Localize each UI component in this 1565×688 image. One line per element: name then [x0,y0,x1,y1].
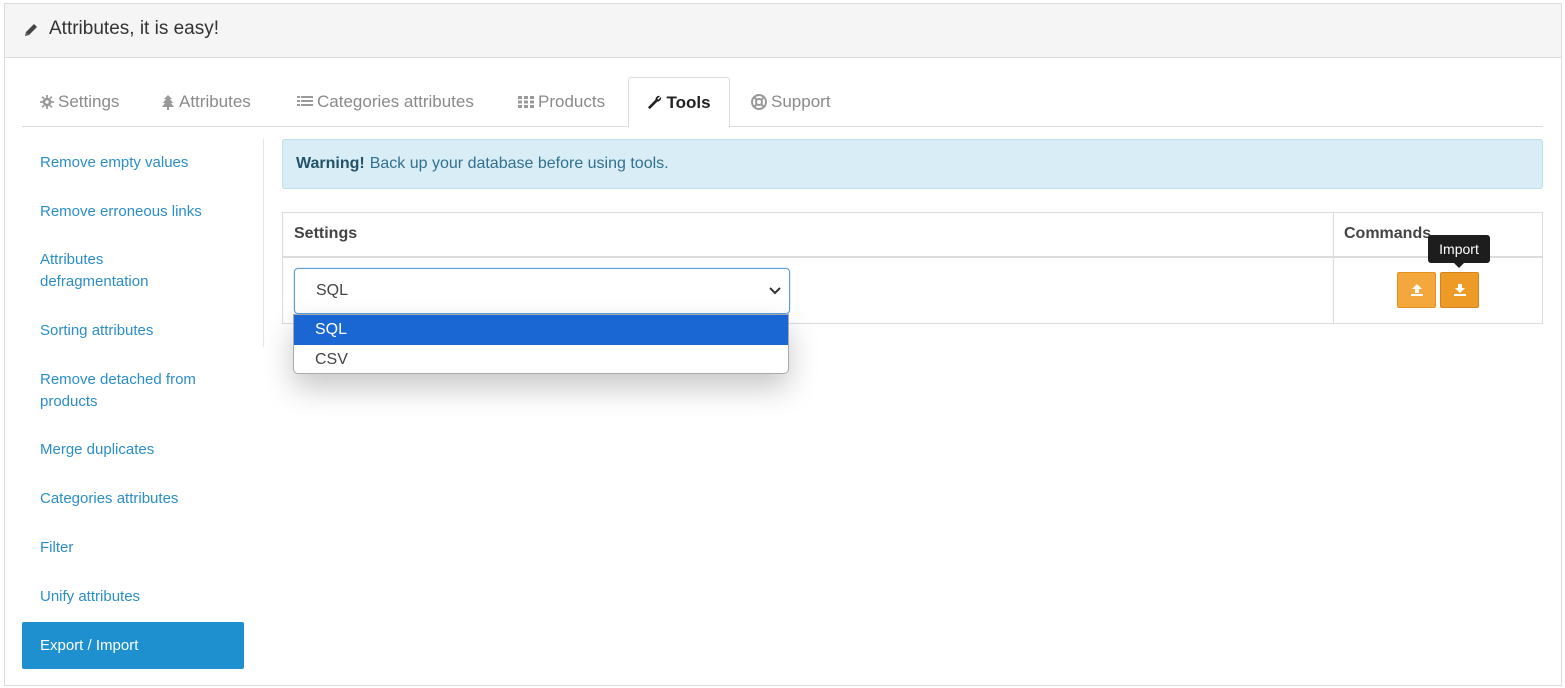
format-select-value: SQL [316,282,349,299]
tab-settings[interactable]: Settings [40,77,119,127]
alert-text: Back up your database before using tools… [369,155,669,172]
tab-label: Attributes [179,92,251,111]
sidebar-item-export-import[interactable]: Export / Import [22,622,244,669]
sidebar-item-attributes-defragmentation[interactable]: Attributes defragmentation [22,249,182,292]
export-button[interactable] [1397,272,1436,308]
panel-heading: Attributes, it is easy! [5,4,1561,58]
page-title: Attributes, it is easy! [49,18,220,39]
format-select[interactable]: SQL [294,268,790,314]
tab-attributes[interactable]: Attributes [161,77,251,127]
lifebuoy-icon [751,94,767,110]
sidebar-item-filter[interactable]: Filter [22,537,244,559]
format-option-csv[interactable]: CSV [294,345,788,373]
grid-icon [518,96,534,108]
upload-icon [1410,284,1423,296]
format-dropdown-list: SQL CSV [293,314,789,374]
tab-label: Tools [666,92,711,112]
sidebar-divider [263,139,264,347]
list-icon [297,96,313,106]
column-divider [1333,213,1334,323]
sidebar-item-remove-empty-values[interactable]: Remove empty values [22,152,244,174]
tab-label: Categories attributes [317,92,474,111]
tab-tools[interactable]: Tools [628,77,730,128]
tooltip-arrow [1454,263,1464,268]
tree-icon [162,94,174,110]
gear-icon [40,95,54,109]
tab-label: Settings [58,92,120,111]
sidebar-item-remove-erroneous-links[interactable]: Remove erroneous links [22,201,244,223]
settings-column-header: Settings [294,225,358,242]
alert-strong: Warning! [296,155,365,172]
tab-bar: Settings Attributes Categories attribute… [22,77,1543,128]
chevron-down-icon [769,287,781,295]
tools-table: Settings Commands SQL [282,212,1543,324]
download-icon [1453,284,1466,296]
tab-label: Support [771,92,831,111]
import-tooltip: Import [1428,235,1490,268]
tab-categories-attributes[interactable]: Categories attributes [297,77,474,127]
tab-products[interactable]: Products [518,77,605,127]
sidebar-item-sorting-attributes[interactable]: Sorting attributes [22,320,244,342]
tooltip-text: Import [1439,241,1479,257]
wrench-icon [648,95,662,110]
format-option-sql[interactable]: SQL [294,315,788,345]
import-button[interactable] [1440,272,1479,308]
tab-label: Products [538,92,606,111]
sidebar-item-remove-detached[interactable]: Remove detached from products [22,369,242,412]
warning-alert: Warning! Back up your database before us… [282,139,1543,189]
sidebar-item-categories-attributes[interactable]: Categories attributes [22,488,244,510]
tab-support[interactable]: Support [751,77,831,127]
pencil-icon [25,24,37,36]
sidebar-item-merge-duplicates[interactable]: Merge duplicates [22,439,244,461]
commands-column-header: Commands [1344,225,1432,242]
sidebar-item-unify-attributes[interactable]: Unify attributes [22,586,244,608]
